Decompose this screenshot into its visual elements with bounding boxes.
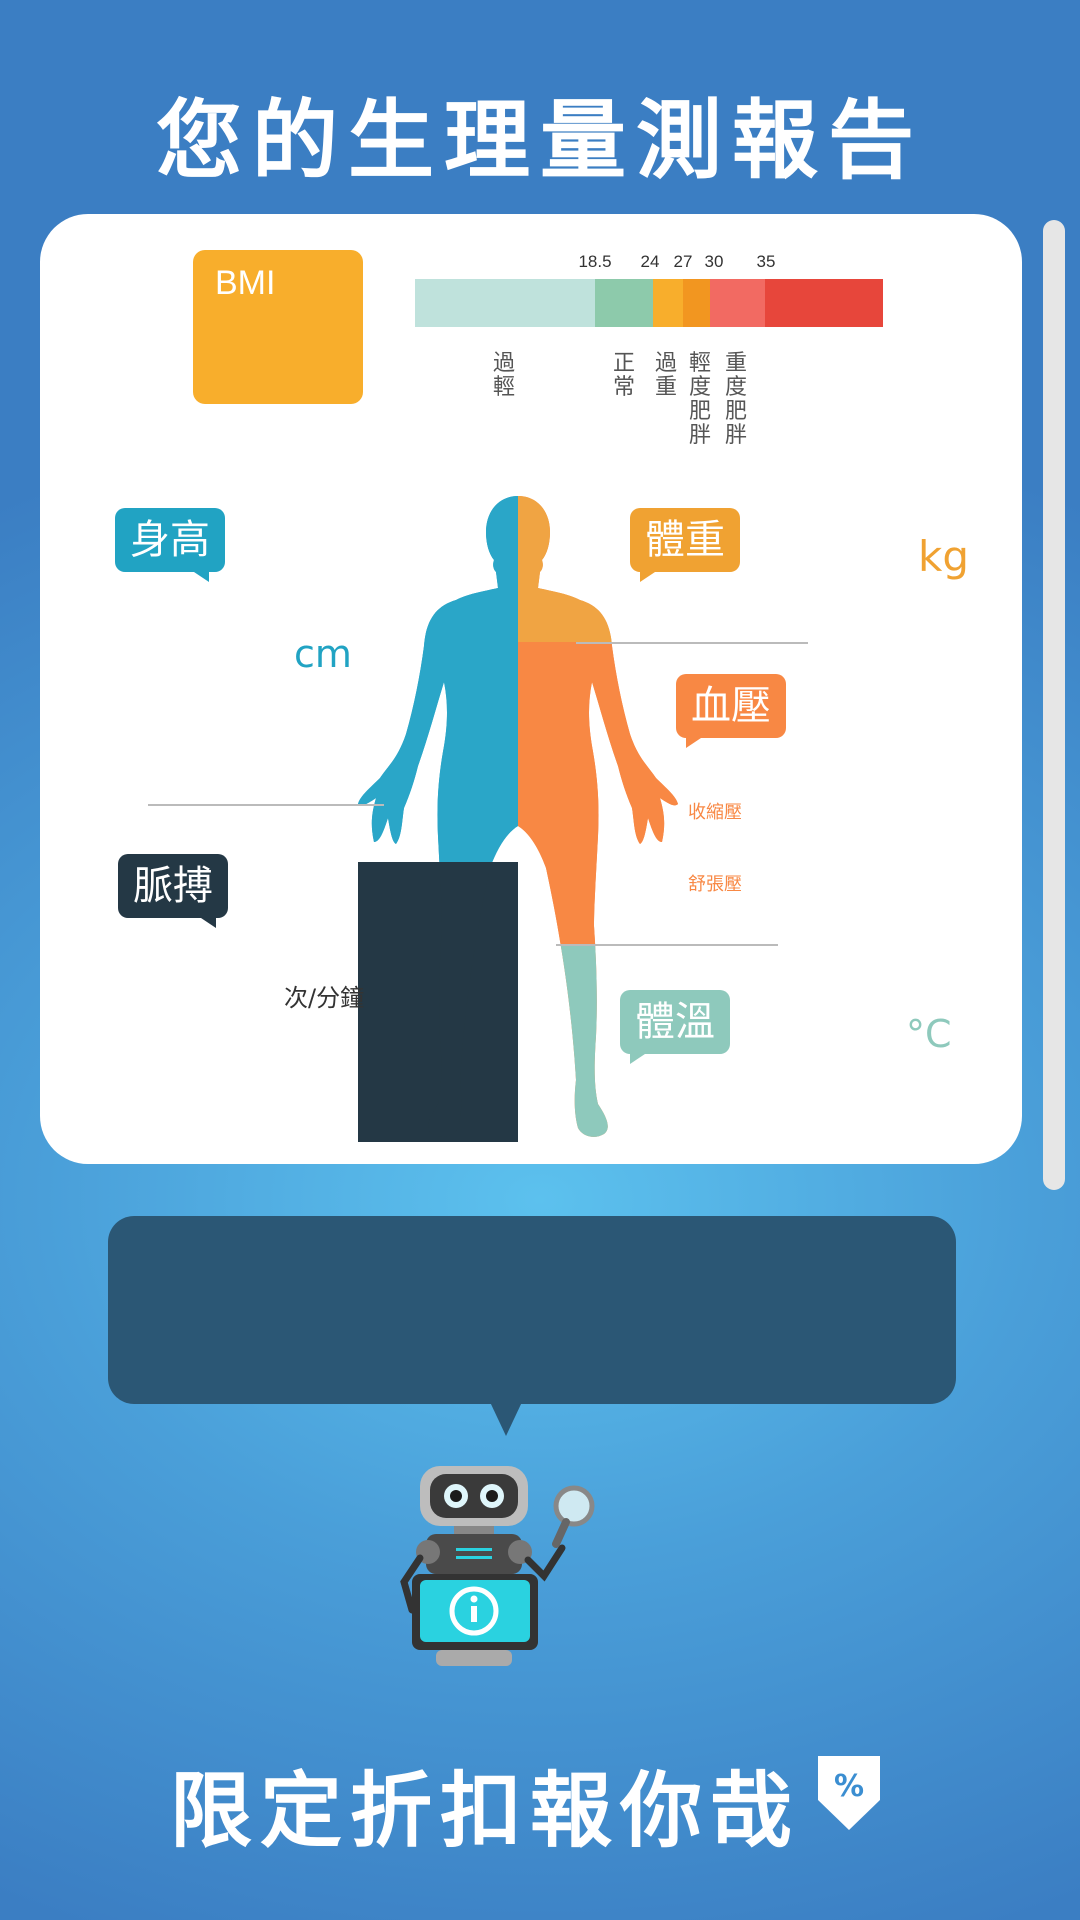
bmi-segment-overweight — [653, 279, 683, 327]
bmi-scale-bar — [415, 279, 883, 327]
promo-banner-text[interactable]: 限定折扣報你哉 — [0, 1744, 1080, 1863]
pulse-label: 脈搏 — [133, 863, 213, 909]
page-title: 您的生理量測報告 — [156, 91, 924, 191]
systolic-label: 收縮壓 — [688, 802, 742, 823]
bmi-segment-normal — [595, 279, 653, 327]
bmi-category-label: 過重 — [654, 351, 677, 400]
bmi-tick: 24 — [640, 252, 660, 271]
height-connector-line — [148, 804, 384, 806]
assistant-message-box — [108, 1216, 956, 1404]
measurement-report-card: BMI 18.5 24 27 30 35 過輕 正常 過重 輕度肥胖 重度肥胖 — [40, 214, 1022, 1164]
blood-pressure-label: 血壓 — [691, 683, 771, 729]
pulse-label-bubble: 脈搏 — [118, 854, 228, 928]
blood-pressure-label-bubble: 血壓 — [676, 674, 786, 748]
weight-connector-line — [576, 642, 808, 644]
height-unit: cm — [294, 632, 352, 676]
bmi-category-label: 重度肥胖 — [724, 351, 747, 448]
percent-tag-down-icon[interactable]: % — [814, 1752, 884, 1832]
svg-text:%: % — [834, 1769, 864, 1804]
temperature-connector-line — [556, 944, 778, 946]
bmi-category-label: 過輕 — [492, 351, 515, 400]
bmi-segment-severe-obese — [765, 279, 883, 327]
temperature-label-bubble: 體溫 — [620, 990, 730, 1064]
bmi-segment-mild-obese — [683, 279, 710, 327]
height-label: 身高 — [130, 517, 210, 563]
temperature-label: 體溫 — [635, 999, 715, 1045]
bmi-category-label: 正常 — [612, 351, 635, 400]
temperature-unit: °C — [906, 1012, 952, 1056]
bmi-category-label: 輕度肥胖 — [688, 351, 711, 448]
bmi-badge: BMI — [193, 250, 363, 404]
bmi-label: BMI — [215, 264, 276, 302]
robot-assistant-icon — [400, 1466, 595, 1666]
weight-label-bubble: 體重 — [630, 508, 740, 582]
scrollbar[interactable] — [1043, 220, 1065, 1190]
weight-unit: kg — [918, 532, 969, 581]
weight-label: 體重 — [645, 517, 725, 563]
pulse-unit: 次/分鐘 — [284, 984, 365, 1012]
bmi-tick: 30 — [704, 252, 724, 271]
bmi-tick: 27 — [673, 252, 693, 271]
height-label-bubble: 身高 — [115, 508, 225, 582]
diastolic-label: 舒張壓 — [688, 874, 742, 895]
bmi-segment-underweight — [415, 279, 595, 327]
message-box-tail — [490, 1402, 522, 1436]
bmi-segment-moderate-obese — [710, 279, 765, 327]
bmi-tick: 18.5 — [578, 252, 612, 271]
bmi-tick: 35 — [756, 252, 776, 271]
